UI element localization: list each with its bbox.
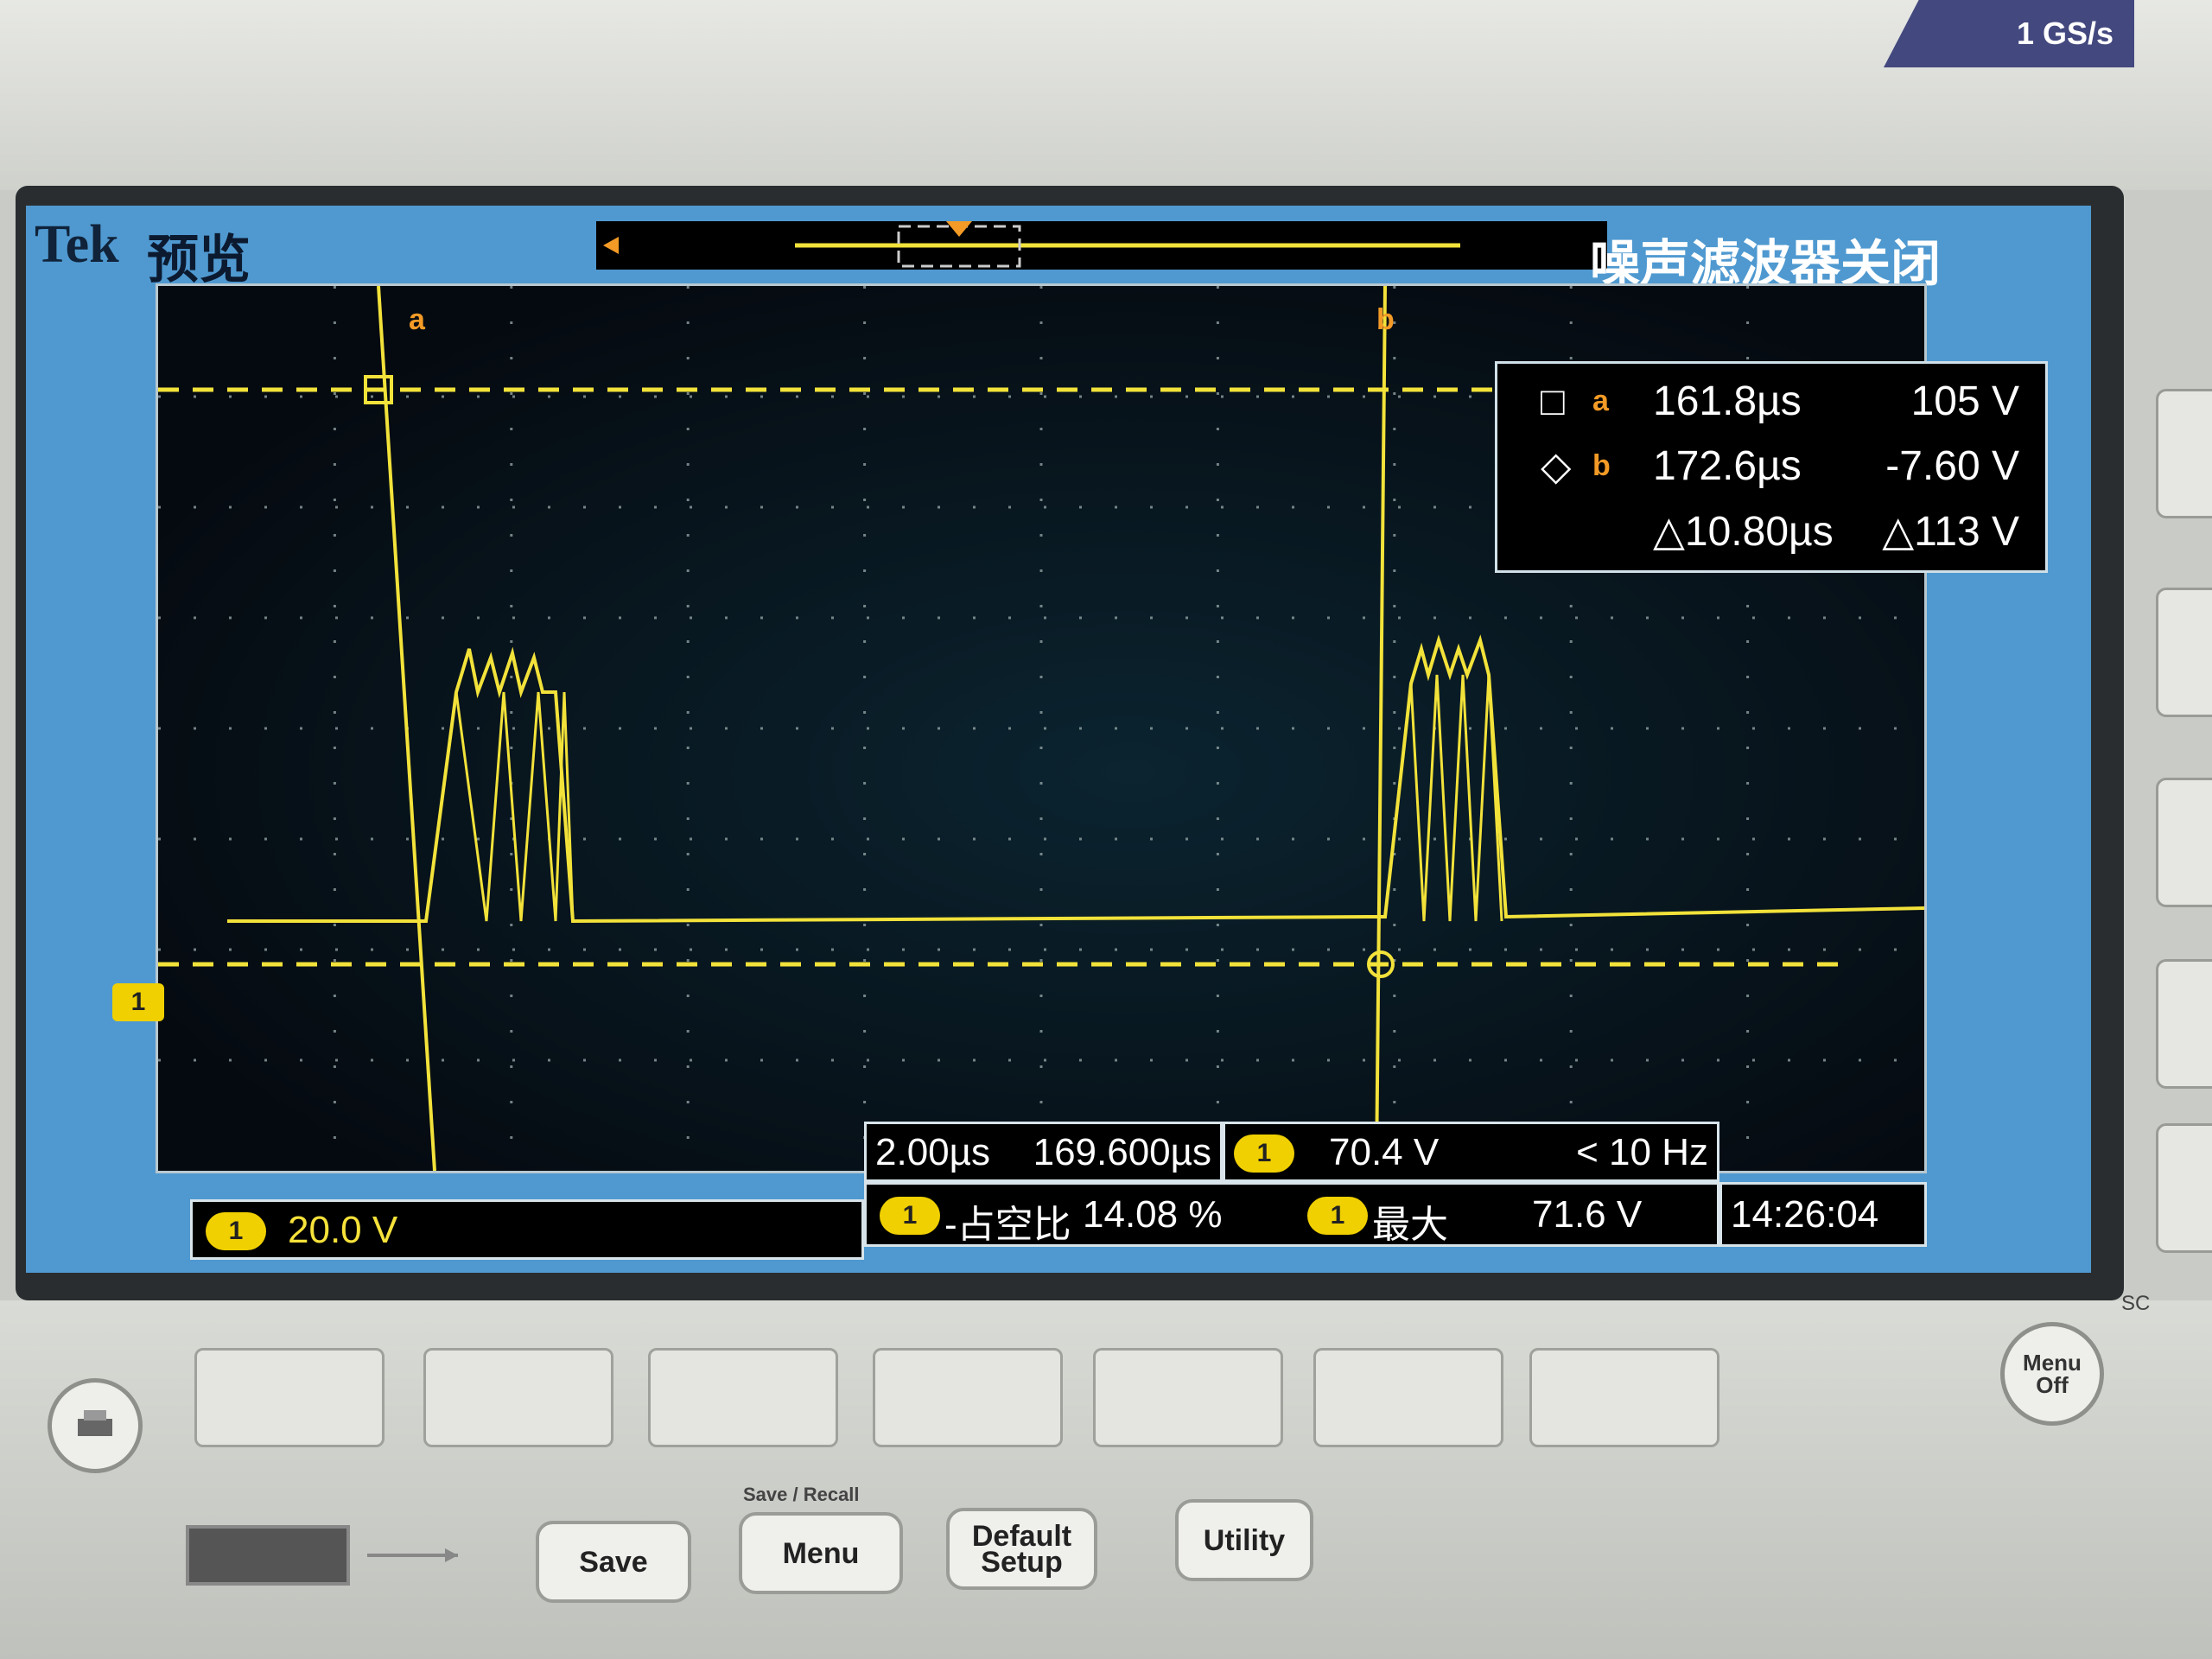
acquisition-mode: 预览: [147, 231, 251, 289]
channel-scale: 20.0 V: [288, 1209, 398, 1251]
duty-channel-badge: 1: [880, 1197, 940, 1235]
side-menu-button-3[interactable]: [2156, 778, 2212, 907]
softkey-1[interactable]: [194, 1348, 385, 1447]
sc-label: SC: [2121, 1292, 2151, 1315]
usb-port: [186, 1525, 350, 1586]
trigger-channel-badge: 1: [1234, 1135, 1294, 1173]
cursor-b-id: b: [1592, 449, 1611, 482]
menu-off-button[interactable]: Menu Off: [2000, 1322, 2104, 1426]
sample-rate-badge: 1 GS/s: [1884, 0, 2134, 67]
softkey-3[interactable]: [648, 1348, 838, 1447]
cursor-readout-panel: □ a 161.8µs 105 V ◇ b 172.6µs -7.60 V △1…: [1495, 361, 2048, 573]
record-window-icon: [603, 221, 1460, 268]
cursor-a-value: 105 V: [1910, 378, 2019, 424]
delta-time: △10.80µs: [1653, 509, 1834, 555]
cursor-b-line: [1375, 285, 1387, 1172]
side-menu-button-4[interactable]: [2156, 959, 2212, 1089]
measurement-box: 1 -占空比 14.08 % 1 最大 71.6 V: [864, 1182, 1719, 1247]
brand-logo: Tek: [35, 215, 119, 274]
max-label: 最大: [1372, 1204, 1448, 1246]
usb-icon: [367, 1548, 458, 1562]
oscilloscope-screen: Tek 预览 噪声滤波器关闭 a b 1 □ a 161.8µs 105 V ◇…: [26, 206, 2091, 1273]
max-channel-badge: 1: [1307, 1197, 1368, 1235]
channel-1-marker: 1: [112, 983, 164, 1021]
trigger-frequency: < 10 Hz: [1576, 1131, 1708, 1173]
side-menu-button-1[interactable]: [2156, 389, 2212, 518]
trigger-level: 70.4 V: [1329, 1131, 1440, 1173]
softkey-7[interactable]: [1529, 1348, 1719, 1447]
channel-scale-box: 1 20.0 V: [190, 1199, 864, 1260]
timebase-box: 2.00µs 169.600µs: [864, 1122, 1223, 1182]
clock-box: 14:26:04: [1719, 1182, 1927, 1247]
softkey-4[interactable]: [873, 1348, 1063, 1447]
timebase-value: 2.00µs: [875, 1131, 990, 1173]
trigger-box: 1 70.4 V < 10 Hz: [1223, 1122, 1719, 1182]
softkey-2[interactable]: [423, 1348, 613, 1447]
softkey-6[interactable]: [1313, 1348, 1503, 1447]
menu-button[interactable]: Menu: [739, 1512, 903, 1594]
print-button[interactable]: [48, 1378, 143, 1473]
side-menu-button-5[interactable]: [2156, 1123, 2212, 1253]
square-cursor-icon: □: [1541, 378, 1565, 423]
cursor-b-label: b: [1376, 303, 1395, 336]
save-recall-group-label: Save / Recall: [743, 1484, 860, 1505]
cursor-delta-row: △10.80µs △113 V: [1497, 502, 2045, 563]
diamond-cursor-icon: ◇: [1541, 443, 1572, 488]
cursor-a-label: a: [409, 303, 425, 336]
delta-value: △113 V: [1882, 509, 2019, 555]
horizontal-position: 169.600µs: [1033, 1131, 1211, 1173]
duty-cycle-value: 14.08 %: [1083, 1193, 1223, 1236]
side-menu-button-2[interactable]: [2156, 588, 2212, 717]
cursor-a-id: a: [1592, 385, 1609, 417]
clock-time: 14:26:04: [1731, 1193, 1879, 1236]
save-button[interactable]: Save: [536, 1521, 691, 1603]
oscilloscope-top-bezel: [0, 0, 2212, 190]
utility-button[interactable]: Utility: [1175, 1499, 1313, 1581]
cursor-a-line: [377, 285, 436, 1172]
cursor-b-time: 172.6µs: [1653, 443, 1802, 489]
duty-cycle-label: -占空比: [944, 1204, 1071, 1246]
cursor-a-time: 161.8µs: [1653, 378, 1802, 424]
record-overview-bar: [596, 221, 1607, 270]
max-value: 71.6 V: [1532, 1193, 1643, 1236]
softkey-5[interactable]: [1093, 1348, 1283, 1447]
cursor-a-row: □ a 161.8µs 105 V: [1497, 372, 2045, 433]
default-setup-button[interactable]: Default Setup: [946, 1508, 1097, 1590]
channel-1-badge: 1: [206, 1212, 266, 1250]
cursor-b-value: -7.60 V: [1885, 443, 2019, 489]
cursor-b-row: ◇ b 172.6µs -7.60 V: [1497, 437, 2045, 498]
printer-icon: [78, 1410, 112, 1436]
